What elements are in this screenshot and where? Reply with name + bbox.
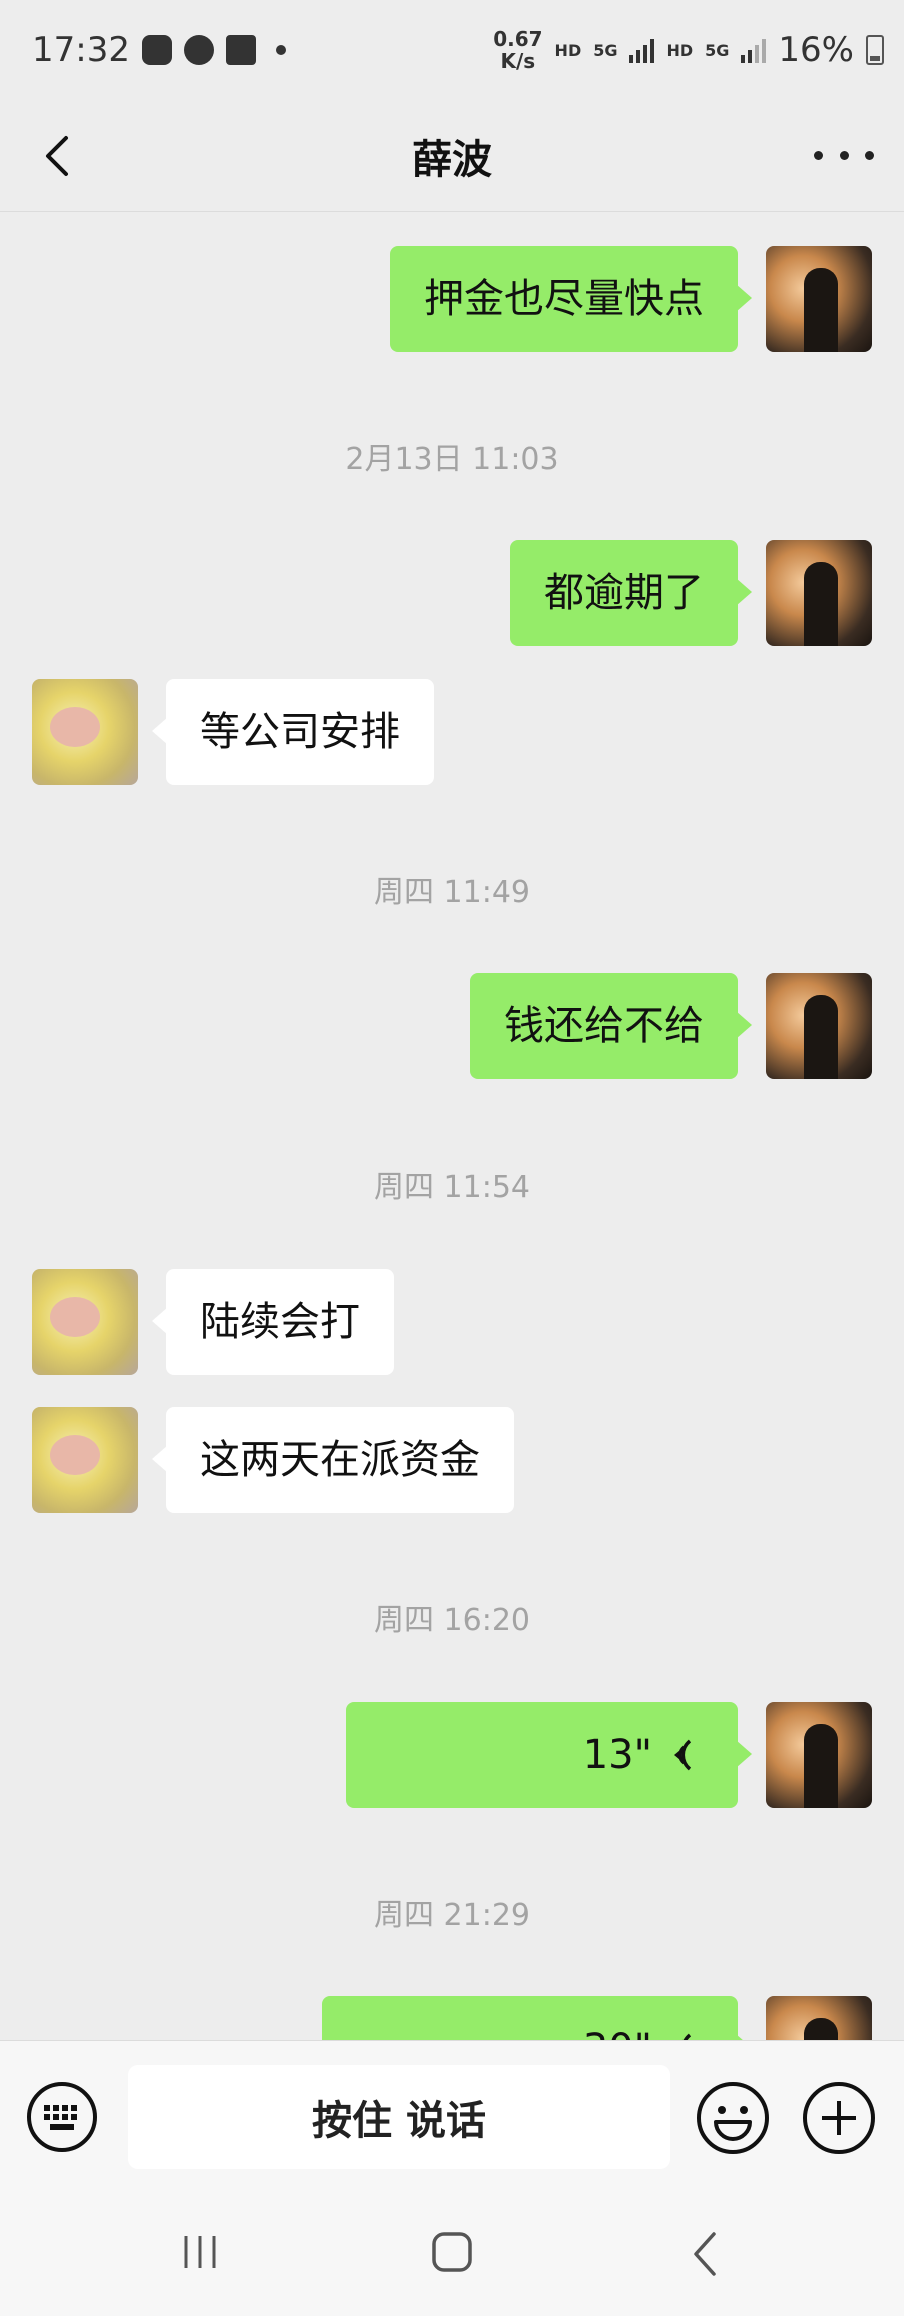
network-type-label-2: 5G: [705, 40, 730, 60]
check-app-icon: [141, 35, 172, 65]
message-timestamp: 周四 11:49: [374, 875, 530, 910]
plus-icon[interactable]: [802, 2081, 876, 2155]
emoji-icon[interactable]: [696, 2081, 770, 2155]
message-item: 这两天在派资金: [32, 1407, 514, 1513]
baidu-app-icon: [183, 35, 214, 65]
message-item: 13": [346, 1702, 872, 1808]
my-avatar[interactable]: [766, 246, 872, 352]
message-item: 都逾期了: [510, 540, 872, 646]
message-item: 押金也尽量快点: [390, 246, 872, 352]
message-list[interactable]: 押金也尽量快点 2月13日 11:03 都逾期了 等公司安排 周四 11:49 …: [0, 212, 904, 2040]
message-timestamp: 周四 21:29: [374, 1898, 530, 1933]
my-avatar[interactable]: [766, 973, 872, 1079]
voice-duration: 13": [582, 1732, 652, 1778]
keyboard-toggle-icon[interactable]: [26, 2081, 98, 2153]
message-timestamp: 2月13日 11:03: [345, 442, 559, 477]
more-options-icon[interactable]: [814, 140, 874, 170]
battery-percent: 16%: [778, 30, 854, 70]
signal-strength-icon-2: [741, 37, 767, 63]
hd-voice-label: HD: [554, 40, 582, 60]
network-speed-value: 0.67: [493, 27, 543, 51]
gallery-icon: [225, 35, 256, 65]
network-speed-unit: K/s: [500, 49, 536, 73]
message-bubble[interactable]: 陆续会打: [152, 1269, 394, 1375]
my-avatar[interactable]: [766, 540, 872, 646]
message-item: 钱还给不给: [470, 973, 872, 1079]
network-type-label: 5G: [593, 40, 618, 60]
message-bubble[interactable]: 等公司安排: [152, 679, 434, 785]
my-avatar[interactable]: [766, 1702, 872, 1808]
message-bubble[interactable]: 钱还给不给: [470, 973, 752, 1079]
message-bubble[interactable]: 都逾期了: [510, 540, 752, 646]
contact-avatar[interactable]: [32, 679, 138, 785]
status-bar: 17:32 0.67 K/s HD 5G HD 5G 16%: [0, 0, 904, 100]
message-item: 陆续会打: [32, 1269, 394, 1375]
status-time: 17:32: [32, 30, 130, 70]
message-bubble[interactable]: 这两天在派资金: [152, 1407, 514, 1513]
home-icon[interactable]: [430, 2230, 474, 2274]
voice-message-bubble[interactable]: 13": [346, 1702, 752, 1808]
voice-message-bubble[interactable]: 30": [322, 1996, 752, 2040]
signal-strength-icon: [629, 37, 655, 63]
recent-apps-icon[interactable]: [178, 2230, 222, 2274]
battery-icon: [866, 35, 884, 65]
message-item: 30": [322, 1996, 872, 2040]
contact-avatar[interactable]: [32, 1269, 138, 1375]
chat-input-bar: 按住 说话: [0, 2040, 904, 2190]
chat-title: 薛波: [412, 136, 492, 183]
hold-to-talk-button[interactable]: 按住 说话: [128, 2065, 670, 2169]
hd-voice-label-2: HD: [666, 40, 694, 60]
message-bubble[interactable]: 押金也尽量快点: [390, 246, 752, 352]
voice-wave-icon: [674, 1739, 692, 1771]
my-avatar[interactable]: [766, 1996, 872, 2040]
system-nav-bar: [0, 2190, 904, 2316]
voice-wave-icon: [682, 2033, 692, 2040]
back-arrow-icon[interactable]: [30, 128, 86, 184]
message-timestamp: 周四 11:54: [374, 1170, 530, 1205]
chat-header: 薛波: [0, 100, 904, 212]
message-item: 等公司安排: [32, 679, 434, 785]
system-back-icon[interactable]: [688, 2230, 724, 2278]
contact-avatar[interactable]: [32, 1407, 138, 1513]
voice-duration: 30": [583, 2025, 652, 2040]
network-speed: 0.67 K/s: [493, 28, 542, 72]
more-notifications-dot-icon: [275, 45, 286, 55]
message-timestamp: 周四 16:20: [374, 1603, 530, 1638]
